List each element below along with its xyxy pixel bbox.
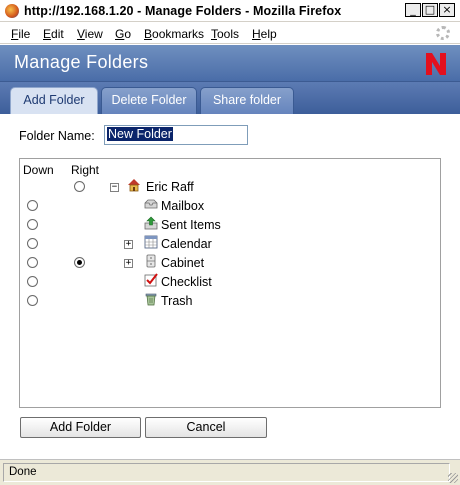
sent-items-down-radio[interactable]: [27, 219, 38, 230]
status-bar: Done: [0, 459, 460, 485]
novell-logo-icon: [426, 53, 446, 75]
trash-down-radio[interactable]: [27, 295, 38, 306]
tab-delete-folder[interactable]: Delete Folder: [101, 87, 197, 114]
calendar-icon: [144, 235, 158, 249]
page-header: Manage Folders: [0, 45, 460, 82]
minimize-button[interactable]: _: [405, 3, 421, 17]
tree-item-calendar[interactable]: Calendar: [161, 237, 212, 251]
cabinet-right-radio[interactable]: [74, 257, 85, 268]
tree-item-trash[interactable]: Trash: [161, 294, 193, 308]
menu-help[interactable]: Help: [252, 27, 277, 41]
menu-edit[interactable]: Edit: [43, 27, 64, 41]
expand-icon[interactable]: +: [124, 240, 133, 249]
folder-name-input[interactable]: New Folder: [104, 125, 248, 145]
menu-tools[interactable]: Tools: [211, 27, 239, 41]
close-button[interactable]: ×: [439, 3, 455, 17]
tab-strip: Add Folder Delete Folder Share folder: [0, 82, 460, 115]
tree-item-mailbox[interactable]: Mailbox: [161, 199, 204, 213]
mailbox-icon: [144, 199, 158, 209]
tree-item-sent-items[interactable]: Sent Items: [161, 218, 221, 232]
resize-grip-icon[interactable]: [448, 473, 458, 483]
tree-item-checklist[interactable]: Checklist: [161, 275, 212, 289]
cabinet-icon: [146, 254, 156, 268]
maximize-button[interactable]: □: [422, 3, 438, 17]
right-column-header: Right: [71, 163, 100, 177]
root-right-radio[interactable]: [74, 181, 85, 192]
main-content: Folder Name: New Folder Down Right − Eri…: [0, 114, 460, 459]
sent-items-icon: [144, 216, 158, 230]
menu-file[interactable]: File: [11, 27, 30, 41]
menu-bar: File Edit View Go Bookmarks Tools Help: [0, 22, 460, 44]
folder-name-label: Folder Name:: [19, 129, 95, 143]
throbber-icon: [436, 26, 450, 40]
tab-add-folder[interactable]: Add Folder: [10, 87, 98, 115]
collapse-icon[interactable]: −: [110, 183, 119, 192]
menu-go[interactable]: Go: [115, 27, 131, 41]
expand-icon[interactable]: +: [124, 259, 133, 268]
tree-item-cabinet[interactable]: Cabinet: [161, 256, 204, 270]
mailbox-down-radio[interactable]: [27, 200, 38, 211]
checklist-icon: [144, 273, 158, 287]
calendar-down-radio[interactable]: [27, 238, 38, 249]
tree-root-label[interactable]: Eric Raff: [146, 180, 194, 194]
menu-bookmarks[interactable]: Bookmarks: [144, 27, 204, 41]
checklist-down-radio[interactable]: [27, 276, 38, 287]
window-title: http://192.168.1.20 - Manage Folders - M…: [24, 4, 342, 18]
window-titlebar: http://192.168.1.20 - Manage Folders - M…: [0, 0, 460, 22]
cancel-button[interactable]: Cancel: [145, 417, 267, 438]
cabinet-down-radio[interactable]: [27, 257, 38, 268]
menu-view[interactable]: View: [77, 27, 103, 41]
tab-share-folder[interactable]: Share folder: [200, 87, 294, 114]
page-title: Manage Folders: [14, 52, 149, 72]
down-column-header: Down: [23, 163, 54, 177]
home-icon: [128, 179, 140, 192]
add-folder-button[interactable]: Add Folder: [20, 417, 141, 438]
folder-tree-panel: Down Right − Eric Raff Mailbox Sent Item…: [19, 158, 441, 408]
status-text: Done: [3, 463, 450, 482]
trash-icon: [145, 293, 157, 306]
firefox-icon: [5, 4, 19, 18]
folder-name-value: New Folder: [107, 127, 173, 141]
